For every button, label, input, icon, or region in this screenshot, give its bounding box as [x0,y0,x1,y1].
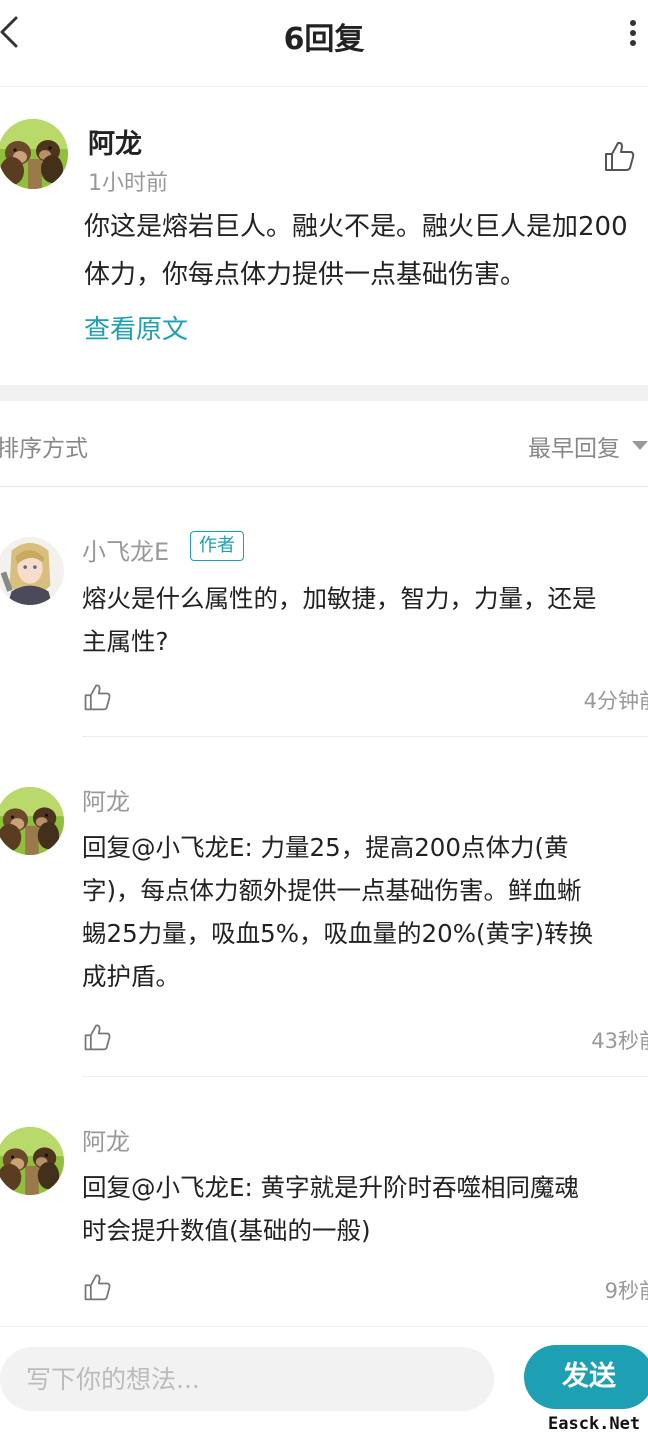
reply-text-line: 时会提升数值(基础的一般) [82,1216,371,1245]
reply-author-name[interactable]: 阿龙 [82,782,130,817]
reply-item: 阿龙 回复@小飞龙E: 黄字就是升阶时吞噬相同魔魂 时会提升数值(基础的一般) … [0,1077,648,1325]
author-badge: 作者 [190,531,244,561]
section-separator [0,385,648,401]
like-button[interactable] [82,1022,112,1052]
reply-text: 回复@小飞龙E: 力量25，提高200点体力(黄 字)，每点体力额外提供一点基础… [82,826,648,998]
more-vertical-icon [630,40,636,46]
post-text-line: 体力，你每点体力提供一点基础伤害。 [84,260,527,290]
post-timestamp: 1小时前 [88,171,168,196]
reply-text-line: 蜴25力量，吸血5%，吸血量的20%(黄字)转换 [82,919,594,948]
watermark: Easck.Net [548,1414,641,1434]
thumbs-up-icon [84,1274,111,1301]
reply-text-line: 字)，每点体力额外提供一点基础伤害。鲜血蜥 [82,876,582,905]
reply-timestamp: 9秒前 [604,1279,648,1303]
like-button[interactable] [82,682,112,712]
top-bar: 6回复 [0,0,648,87]
view-original-link[interactable]: 查看原文 [84,309,188,346]
reply-text: 熔火是什么属性的，加敏捷，智力，力量，还是 主属性? [82,577,648,663]
send-button[interactable]: 发送 [524,1345,648,1409]
reply-text: 回复@小飞龙E: 黄字就是升阶时吞噬相同魔魂 时会提升数值(基础的一般) [82,1166,648,1252]
more-options-button[interactable] [622,16,642,50]
caret-down-icon[interactable] [632,441,648,450]
avatar[interactable] [0,537,64,605]
sort-bar: 排序方式 最早回复 [0,401,648,487]
reply-text-line: 熔火是什么属性的，加敏捷，智力，力量，还是 [82,584,597,613]
thumbs-up-icon [84,684,111,711]
post-text: 你这是熔岩巨人。融火不是。融火巨人是加200 体力，你每点体力提供一点基础伤害。 [84,203,648,299]
reply-item: 小飞龙E 作者 熔火是什么属性的，加敏捷，智力，力量，还是 主属性? 4分钟前 [0,487,648,737]
thumbs-up-icon [605,141,635,171]
reply-text-line: 主属性? [82,627,169,656]
avatar[interactable] [0,1127,64,1195]
like-button[interactable] [82,1272,112,1302]
page-title: 6回复 [283,22,365,57]
sort-label: 排序方式 [0,436,88,462]
reply-text-line: 回复@小飞龙E: 力量25，提高200点体力(黄 [82,833,569,862]
post-text-line: 你这是熔岩巨人。融火不是。融火巨人是加200 [84,212,628,242]
reply-timestamp: 4分钟前 [583,689,648,713]
like-button[interactable] [602,139,636,173]
reply-text-line: 回复@小飞龙E: 黄字就是升阶时吞噬相同魔魂 [82,1173,580,1202]
reply-author-name[interactable]: 阿龙 [82,1122,130,1157]
comment-input[interactable] [0,1347,494,1411]
reply-item: 阿龙 回复@小飞龙E: 力量25，提高200点体力(黄 字)，每点体力额外提供一… [0,737,648,1077]
reply-timestamp: 43秒前 [591,1029,648,1053]
sort-dropdown[interactable]: 最早回复 [528,429,620,463]
reply-author-name[interactable]: 小飞龙E [82,532,169,567]
thumbs-up-icon [84,1024,111,1051]
post-author-name[interactable]: 阿龙 [88,122,142,161]
avatar[interactable] [0,119,68,189]
original-comment: 阿龙 1小时前 你这是熔岩巨人。融火不是。融火巨人是加200 体力，你每点体力提… [0,87,648,385]
avatar[interactable] [0,787,64,855]
reply-text-line: 成护盾。 [82,962,180,991]
